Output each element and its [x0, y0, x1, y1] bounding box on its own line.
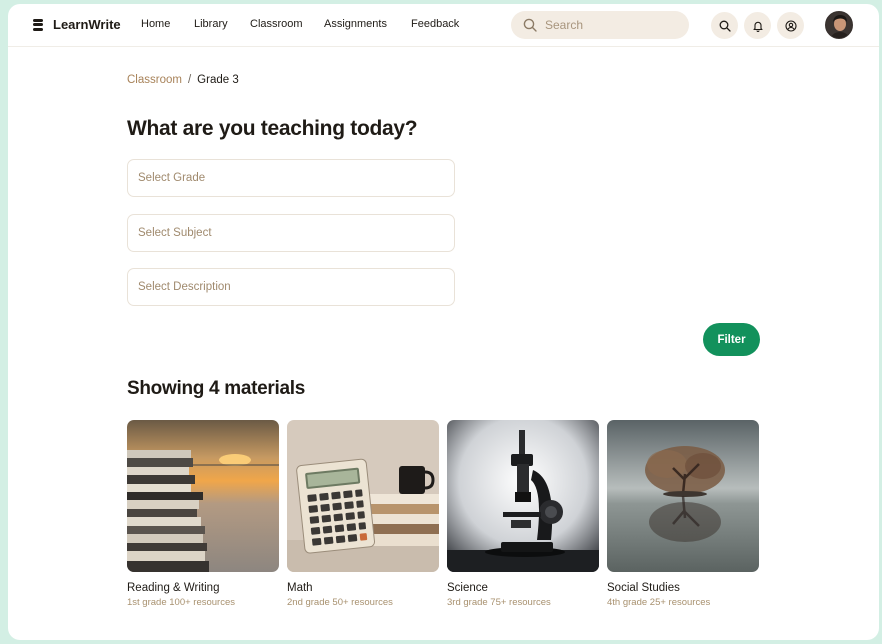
description-select-label: Select Description: [138, 281, 231, 293]
calculator-image: [287, 420, 439, 572]
subject-select-label: Select Subject: [138, 227, 212, 239]
notifications-button[interactable]: [744, 12, 771, 39]
material-card-reading-writing[interactable]: Reading & Writing 1st grade 100+ resourc…: [127, 420, 279, 608]
material-title: Reading & Writing: [127, 582, 220, 594]
material-title: Math: [287, 582, 313, 594]
logo[interactable]: LearnWrite: [33, 17, 121, 32]
user-circle-icon: [784, 19, 797, 32]
search-bar[interactable]: [511, 11, 689, 39]
avatar[interactable]: [825, 11, 853, 39]
page-title: What are you teaching today?: [127, 117, 418, 140]
material-meta: 1st grade 100+ resources: [127, 597, 235, 608]
breadcrumb: Classroom / Grade 3: [127, 74, 239, 86]
app-window: LearnWrite Home Library Classroom Assign…: [8, 4, 879, 640]
nav-item-feedback[interactable]: Feedback: [411, 18, 459, 30]
nav-item-library[interactable]: Library: [194, 18, 228, 30]
top-navbar: LearnWrite Home Library Classroom Assign…: [8, 4, 879, 47]
search-icon: [719, 20, 731, 32]
breadcrumb-separator: /: [187, 74, 192, 86]
search-icon: [523, 18, 537, 32]
subject-select[interactable]: Select Subject: [127, 214, 455, 252]
search-button[interactable]: [711, 12, 738, 39]
material-card-science[interactable]: Science 3rd grade 75+ resources: [447, 420, 599, 608]
material-meta: 2nd grade 50+ resources: [287, 597, 393, 608]
material-meta: 4th grade 25+ resources: [607, 597, 711, 608]
material-card-social-studies[interactable]: Social Studies 4th grade 25+ resources: [607, 420, 759, 608]
breadcrumb-classroom[interactable]: Classroom: [127, 74, 182, 86]
material-title: Social Studies: [607, 582, 680, 594]
filter-button[interactable]: Filter: [703, 323, 760, 356]
tree-on-water-image: [607, 420, 759, 572]
breadcrumb-current: Grade 3: [197, 74, 239, 86]
microscope-image: [447, 420, 599, 572]
grade-select[interactable]: Select Grade: [127, 159, 455, 197]
results-title: Showing 4 materials: [127, 378, 306, 399]
logo-icon: [33, 18, 43, 31]
material-card-math[interactable]: Math 2nd grade 50+ resources: [287, 420, 439, 608]
grade-select-label: Select Grade: [138, 172, 206, 184]
material-title: Science: [447, 582, 488, 594]
nav-item-assignments[interactable]: Assignments: [324, 18, 387, 30]
nav-item-classroom[interactable]: Classroom: [250, 18, 303, 30]
material-meta: 3rd grade 75+ resources: [447, 597, 551, 608]
nav-item-home[interactable]: Home: [141, 18, 170, 30]
description-select[interactable]: Select Description: [127, 268, 455, 306]
app-name: LearnWrite: [53, 17, 121, 32]
account-button[interactable]: [777, 12, 804, 39]
materials-grid: Reading & Writing 1st grade 100+ resourc…: [127, 420, 759, 608]
bell-icon: [752, 20, 764, 32]
stacked-books-image: [127, 420, 279, 572]
search-input[interactable]: [545, 18, 665, 32]
